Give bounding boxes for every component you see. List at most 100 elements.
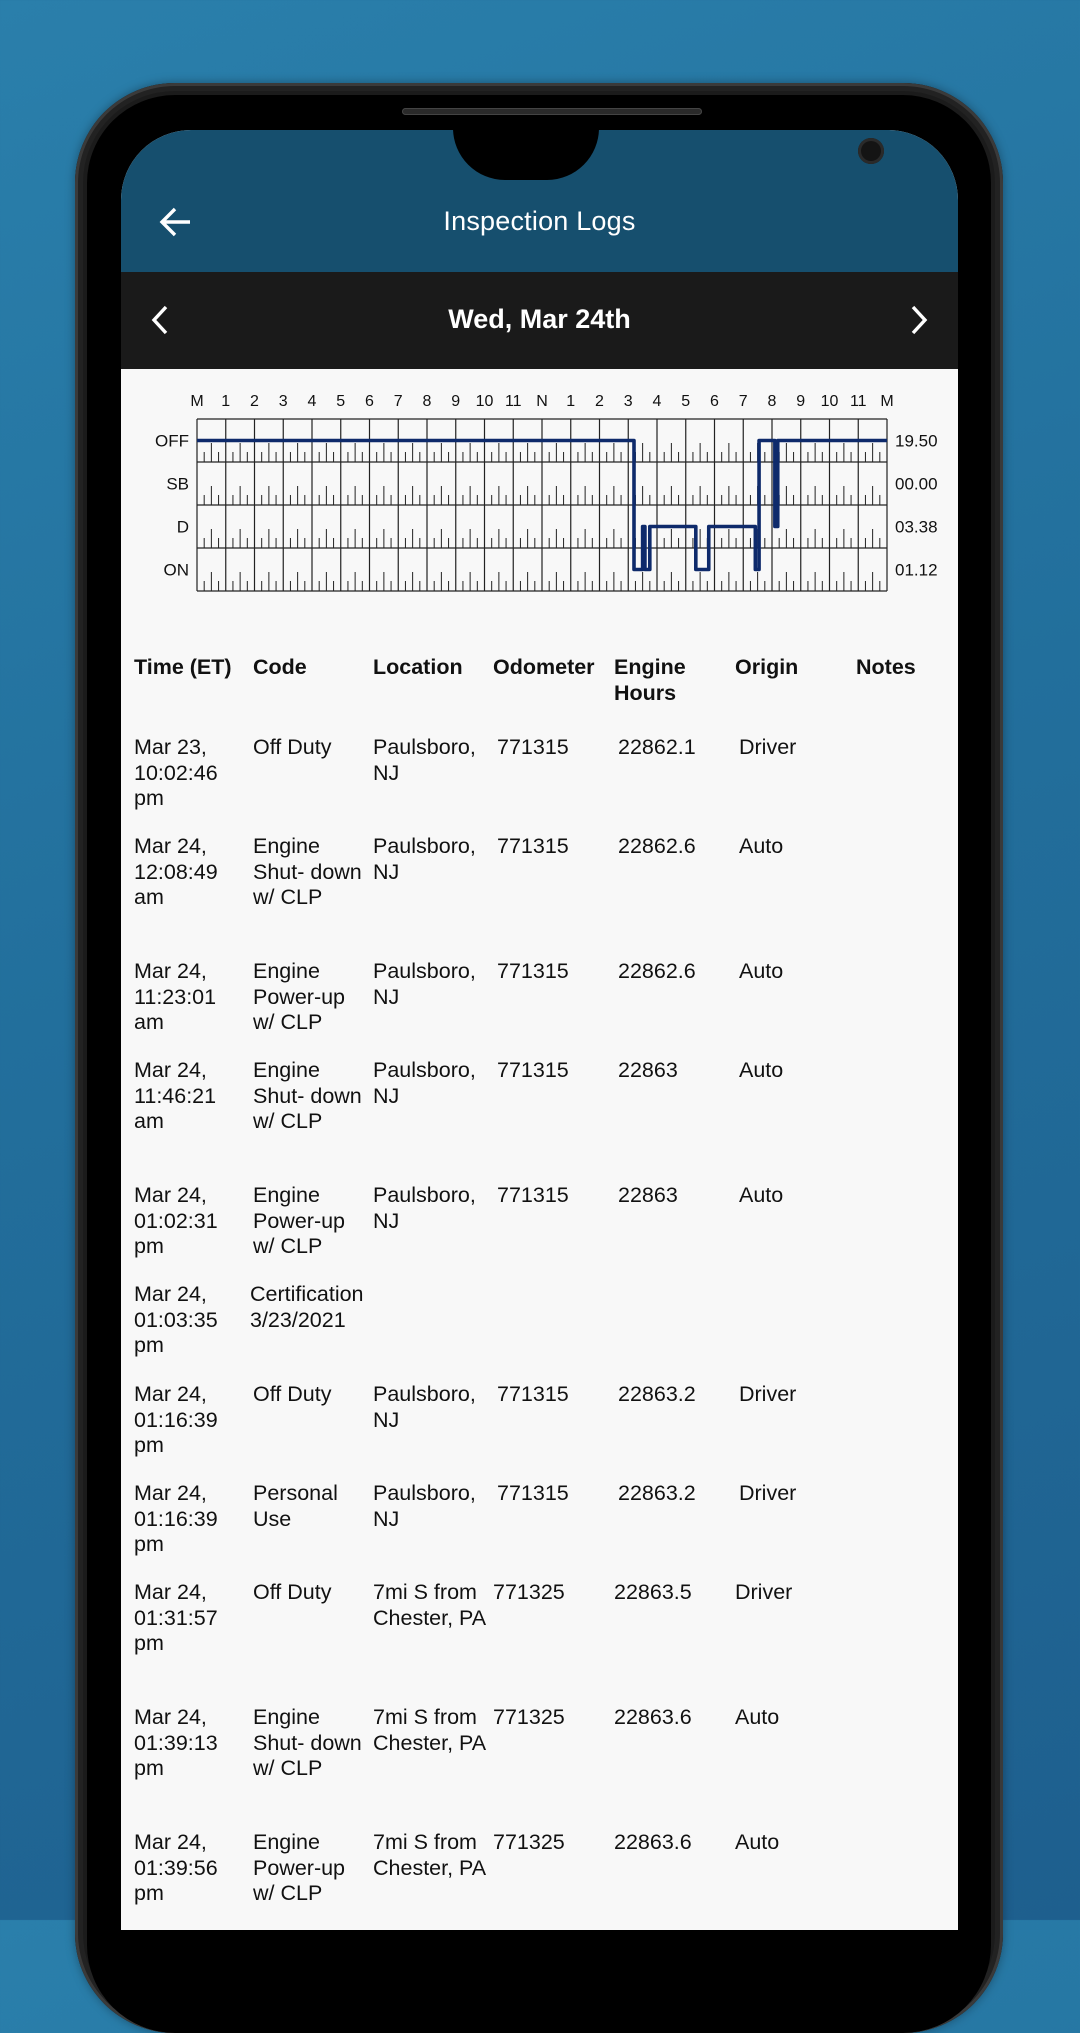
column-header: Code — [253, 655, 307, 679]
cell-time: Mar 23, 10:02:46 pm — [134, 735, 218, 811]
cell-origin: Driver — [739, 735, 797, 759]
cell-origin: Auto — [735, 1705, 780, 1729]
hour-label: 10 — [821, 393, 839, 410]
cell-engine-hours: 22862.6 — [618, 959, 696, 983]
hour-label: 7 — [394, 393, 403, 410]
hour-label: 4 — [653, 393, 662, 410]
hour-label: 3 — [279, 393, 288, 410]
front-camera — [858, 138, 884, 164]
cell-engine-hours: 22863.5 — [614, 1580, 692, 1604]
cell-location: Paulsboro, NJ — [373, 735, 476, 785]
hour-label: 1 — [566, 393, 575, 410]
cell-location: 7mi S from Chester, PA — [373, 1830, 487, 1880]
status-row-label: ON — [164, 561, 190, 580]
status-row-total: 19.50 — [895, 432, 938, 451]
hour-label: 7 — [739, 393, 748, 410]
cell-engine-hours: 22862.6 — [618, 834, 696, 858]
column-header: Location — [373, 655, 463, 679]
cell-odometer: 771325 — [493, 1830, 565, 1854]
cell-location: Paulsboro, NJ — [373, 959, 476, 1009]
cell-location: Paulsboro, NJ — [373, 1481, 476, 1531]
cell-location: Paulsboro, NJ — [373, 1183, 476, 1233]
cell-code: Certification 3/23/2021 — [250, 1282, 364, 1332]
column-header: Odometer — [493, 655, 595, 679]
status-row-label: D — [177, 518, 189, 537]
cell-odometer: 771315 — [497, 1382, 569, 1406]
hour-label: 2 — [595, 393, 604, 410]
cell-origin: Auto — [739, 1183, 784, 1207]
cell-location: 7mi S from Chester, PA — [373, 1580, 487, 1630]
cell-time: Mar 24, 11:23:01 am — [134, 959, 217, 1035]
hour-label: 2 — [250, 393, 259, 410]
cell-engine-hours: 22863.6 — [614, 1705, 692, 1729]
hour-label: 6 — [710, 393, 719, 410]
cell-odometer: 771315 — [497, 959, 569, 983]
phone-speaker — [402, 108, 702, 115]
column-header: Time (ET) — [134, 655, 232, 679]
cell-engine-hours: 22863.2 — [618, 1481, 696, 1505]
cell-odometer: 771315 — [497, 1058, 569, 1082]
cell-odometer: 771325 — [493, 1705, 565, 1729]
cell-time: Mar 24, 01:16:39 pm — [134, 1382, 218, 1458]
cell-origin: Auto — [739, 834, 784, 858]
hour-label: 11 — [850, 393, 867, 410]
column-header: Engine Hours — [614, 655, 686, 705]
hour-label: 9 — [796, 393, 805, 410]
cell-odometer: 771325 — [493, 1580, 565, 1604]
status-row-total: 00.00 — [895, 475, 938, 494]
cell-origin: Auto — [735, 1830, 780, 1854]
cell-origin: Driver — [739, 1382, 797, 1406]
cell-engine-hours: 22863 — [618, 1183, 678, 1207]
cell-time: Mar 24, 11:46:21 am — [134, 1058, 217, 1134]
hour-label: 8 — [768, 393, 777, 410]
cell-code: Off Duty — [253, 735, 332, 759]
status-row-label: OFF — [155, 432, 189, 451]
cell-code: Engine Power-up w/ CLP — [253, 959, 346, 1035]
column-header: Origin — [735, 655, 799, 679]
cell-time: Mar 24, 01:31:57 pm — [134, 1580, 218, 1656]
status-row-total: 03.38 — [895, 518, 938, 537]
cell-location: Paulsboro, NJ — [373, 1058, 476, 1108]
hour-label: 5 — [681, 393, 690, 410]
cell-time: Mar 24, 01:02:31 pm — [134, 1183, 218, 1259]
cell-odometer: 771315 — [497, 834, 569, 858]
cell-origin: Auto — [739, 1058, 784, 1082]
cell-code: Personal Use — [253, 1481, 338, 1531]
chevron-right-icon — [911, 305, 928, 335]
hour-label: 3 — [624, 393, 633, 410]
hour-label: 8 — [423, 393, 432, 410]
cell-origin: Driver — [735, 1580, 793, 1604]
current-date: Wed, Mar 24th — [448, 304, 631, 334]
cell-engine-hours: 22863.6 — [614, 1830, 692, 1854]
next-day-button[interactable] — [900, 302, 936, 338]
cell-code: Engine Shut- down w/ CLP — [253, 1705, 362, 1781]
cell-code: Engine Shut- down w/ CLP — [253, 834, 362, 910]
page-title: Inspection Logs — [443, 206, 636, 236]
hour-label: 9 — [451, 393, 460, 410]
cell-time: Mar 24, 01:03:35 pm — [134, 1282, 218, 1358]
cell-engine-hours: 22862.1 — [618, 735, 696, 759]
cell-time: Mar 24, 12:08:49 am — [134, 834, 218, 910]
cell-origin: Driver — [739, 1481, 797, 1505]
cell-time: Mar 24, 01:39:13 pm — [134, 1705, 218, 1781]
cell-code: Engine Shut- down w/ CLP — [253, 1058, 362, 1134]
date-navigation-bar: Wed, Mar 24th — [121, 272, 958, 369]
cell-code: Engine Power-up w/ CLP — [253, 1183, 346, 1259]
column-header: Notes — [856, 655, 916, 679]
cell-time: Mar 24, 01:39:56 pm — [134, 1830, 218, 1906]
hos-graph-svg: M 1 2 3 4 5 6 7 8 9 10 11 N 1 2 3 4 5 6 7 8 9 10 11 M OFF 19.50 SB 0… — [155, 393, 938, 592]
hour-label: 5 — [336, 393, 345, 410]
cell-code: Off Duty — [253, 1382, 332, 1406]
hour-label: 6 — [365, 393, 374, 410]
cell-code: Engine Power-up w/ CLP — [253, 1830, 346, 1906]
cell-location: 7mi S from Chester, PA — [373, 1705, 487, 1755]
hour-label: M — [880, 393, 893, 410]
app-screen: Inspection Logs Wed, Mar 24th M 1 2 3 4 5 6 7 8 9… — [121, 130, 958, 1930]
cell-engine-hours: 22863 — [618, 1058, 678, 1082]
cell-code: Off Duty — [253, 1580, 332, 1604]
hour-label: 1 — [221, 393, 230, 410]
cell-odometer: 771315 — [497, 1481, 569, 1505]
hour-label: M — [190, 393, 203, 410]
cell-origin: Auto — [739, 959, 784, 983]
cell-location: Paulsboro, NJ — [373, 1382, 476, 1432]
